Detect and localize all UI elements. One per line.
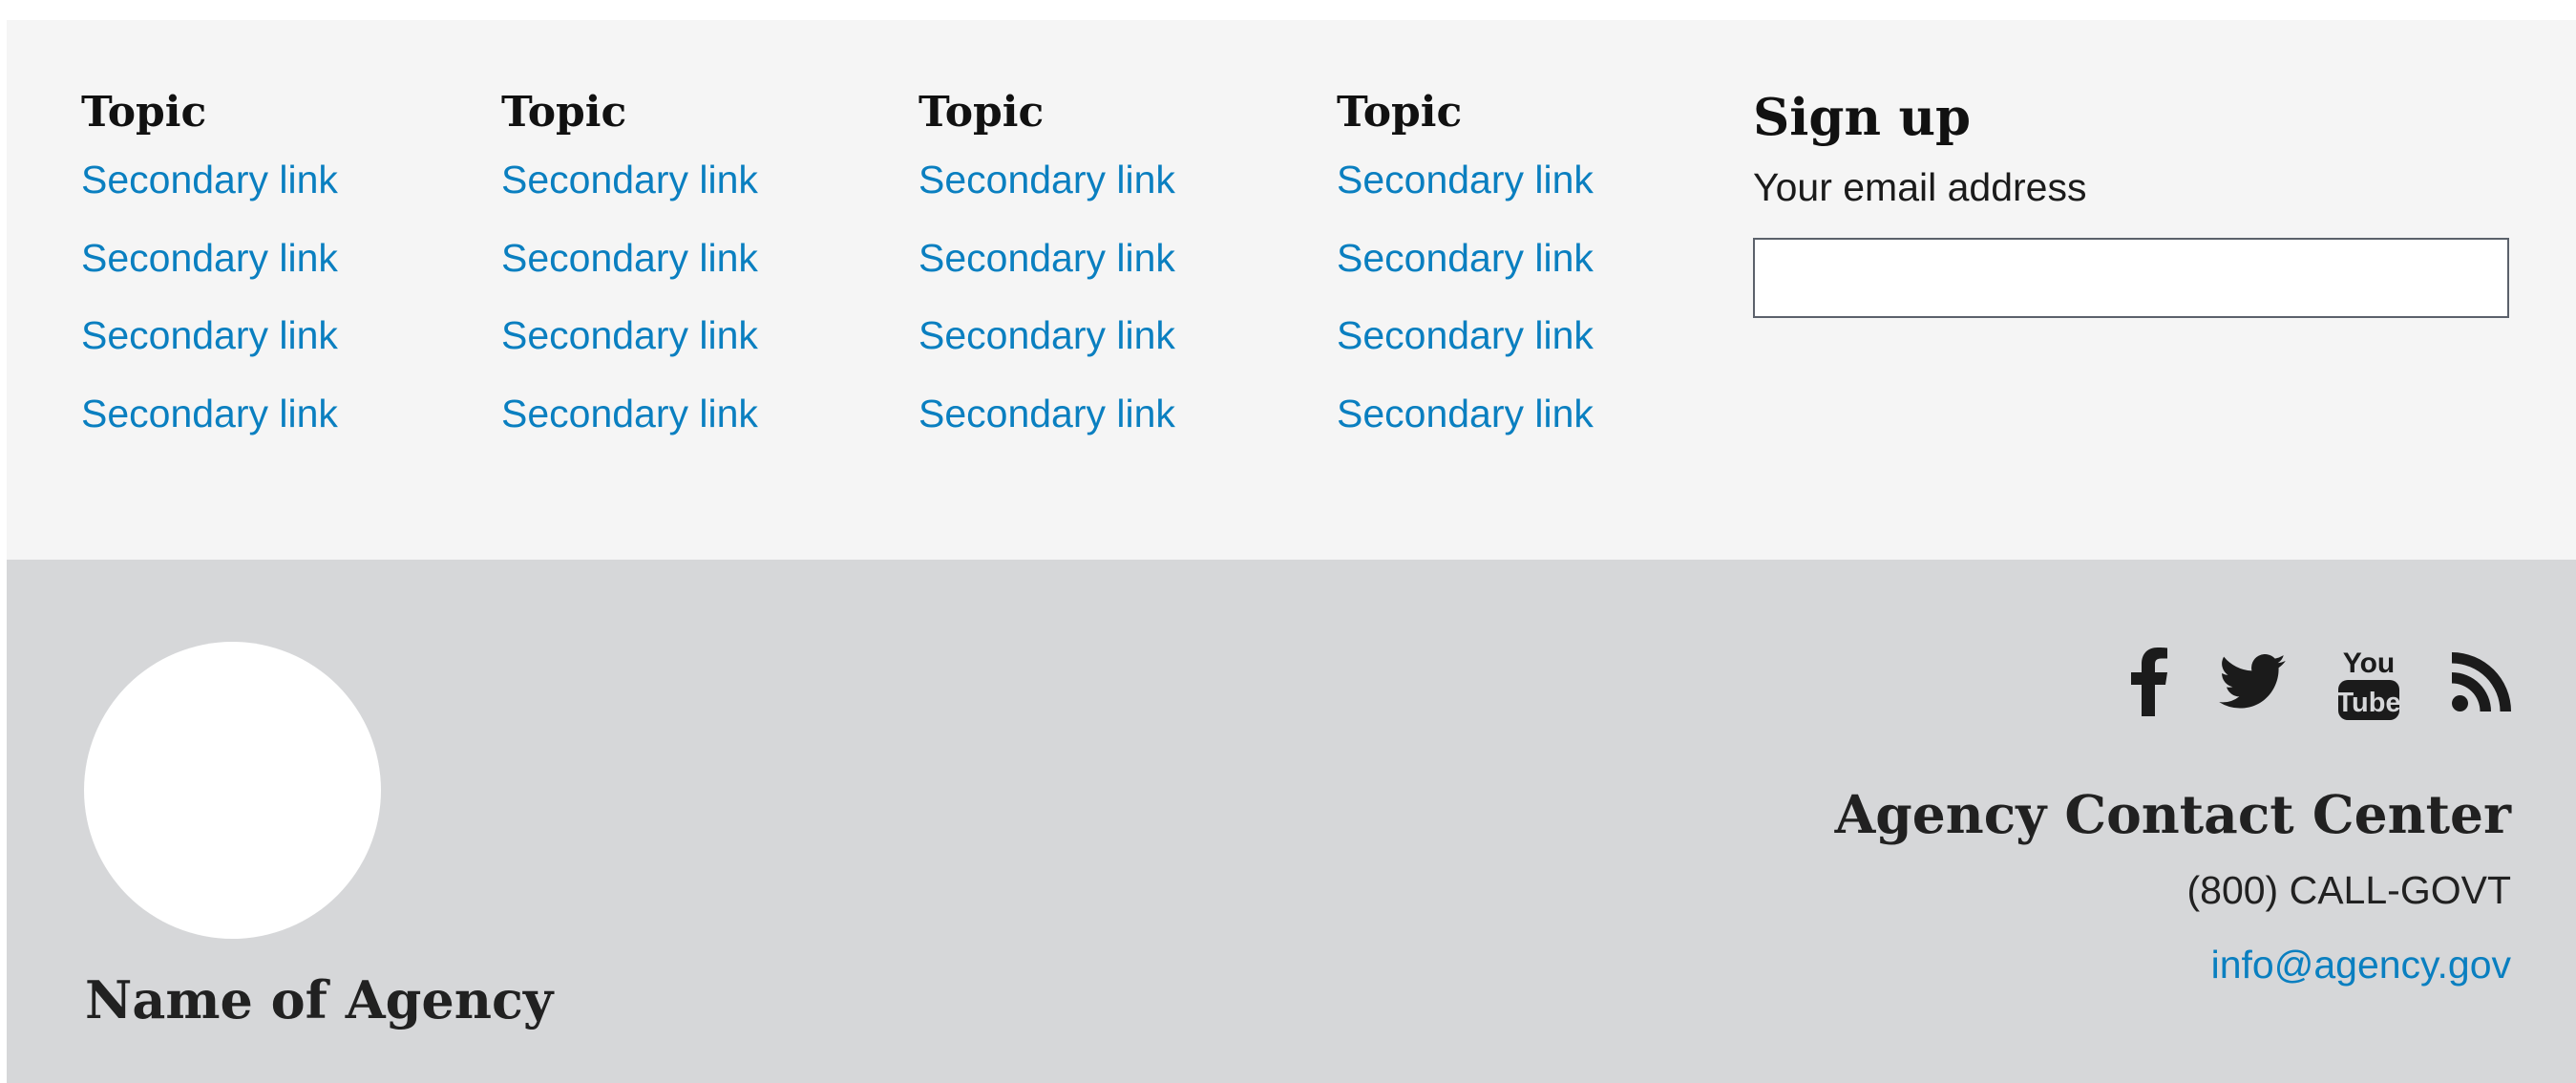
email-input[interactable] bbox=[1753, 238, 2509, 318]
topic-link-list: Secondary link Secondary link Secondary … bbox=[918, 157, 1175, 468]
list-item: Secondary link bbox=[81, 235, 338, 313]
agency-logo bbox=[84, 642, 381, 939]
secondary-link[interactable]: Secondary link bbox=[918, 313, 1175, 357]
list-item: Secondary link bbox=[918, 235, 1175, 313]
list-item: Secondary link bbox=[918, 312, 1175, 391]
secondary-link[interactable]: Secondary link bbox=[918, 158, 1175, 202]
list-item: Secondary link bbox=[1337, 312, 1594, 391]
footer-secondary-section: Name of Agency You Tube Agency Contact C… bbox=[7, 560, 2576, 1083]
youtube-link[interactable]: You Tube bbox=[2337, 644, 2400, 720]
contact-email-link[interactable]: info@agency.gov bbox=[1835, 938, 2511, 991]
topic-column-2: Topic Secondary link Secondary link Seco… bbox=[501, 87, 758, 468]
secondary-link[interactable]: Secondary link bbox=[1337, 313, 1594, 357]
list-item: Secondary link bbox=[81, 312, 338, 391]
list-item: Secondary link bbox=[1337, 235, 1594, 313]
topic-heading: Topic bbox=[501, 88, 627, 137]
facebook-icon bbox=[2131, 648, 2167, 716]
secondary-link[interactable]: Secondary link bbox=[81, 158, 338, 202]
topic-heading: Topic bbox=[1337, 88, 1463, 137]
list-item: Secondary link bbox=[918, 157, 1175, 235]
secondary-link[interactable]: Secondary link bbox=[1337, 392, 1594, 435]
secondary-link[interactable]: Secondary link bbox=[501, 313, 758, 357]
secondary-link[interactable]: Secondary link bbox=[81, 313, 338, 357]
list-item: Secondary link bbox=[501, 235, 758, 313]
list-item: Secondary link bbox=[501, 312, 758, 391]
rss-icon bbox=[2452, 652, 2511, 711]
svg-text:You: You bbox=[2343, 648, 2395, 679]
contact-info: Agency Contact Center (800) CALL-GOVT in… bbox=[1835, 781, 2511, 991]
twitter-link[interactable] bbox=[2219, 654, 2286, 710]
contact-heading: Agency Contact Center bbox=[1834, 783, 2511, 845]
list-item: Secondary link bbox=[1337, 391, 1594, 469]
facebook-link[interactable] bbox=[2131, 648, 2167, 716]
contact-phone: (800) CALL-GOVT bbox=[2186, 868, 2512, 912]
list-item: Secondary link bbox=[1337, 157, 1594, 235]
signup-heading: Sign up bbox=[1753, 88, 1972, 147]
secondary-link[interactable]: Secondary link bbox=[501, 158, 758, 202]
topic-heading: Topic bbox=[81, 88, 207, 137]
list-item: Secondary link bbox=[501, 157, 758, 235]
secondary-link[interactable]: Secondary link bbox=[501, 236, 758, 280]
secondary-link[interactable]: Secondary link bbox=[81, 236, 338, 280]
secondary-link[interactable]: Secondary link bbox=[501, 392, 758, 435]
site-footer: Topic Secondary link Secondary link Seco… bbox=[7, 20, 2576, 1083]
email-label: Your email address bbox=[1753, 165, 2087, 209]
topic-link-list: Secondary link Secondary link Secondary … bbox=[501, 157, 758, 468]
list-item: Secondary link bbox=[81, 391, 338, 469]
topic-link-list: Secondary link Secondary link Secondary … bbox=[81, 157, 338, 468]
footer-primary-section: Topic Secondary link Secondary link Seco… bbox=[7, 20, 2576, 560]
topic-heading: Topic bbox=[918, 88, 1045, 137]
secondary-link[interactable]: Secondary link bbox=[1337, 158, 1594, 202]
topic-link-list: Secondary link Secondary link Secondary … bbox=[1337, 157, 1594, 468]
secondary-link[interactable]: Secondary link bbox=[81, 392, 338, 435]
list-item: Secondary link bbox=[918, 391, 1175, 469]
topic-column-4: Topic Secondary link Secondary link Seco… bbox=[1337, 87, 1594, 468]
svg-text:Tube: Tube bbox=[2337, 688, 2400, 718]
topic-column-3: Topic Secondary link Secondary link Seco… bbox=[918, 87, 1175, 468]
list-item: Secondary link bbox=[501, 391, 758, 469]
email-signup-form: Sign up Your email address bbox=[1753, 87, 2509, 318]
agency-name: Name of Agency bbox=[85, 969, 554, 1030]
youtube-icon: You Tube bbox=[2337, 648, 2400, 720]
rss-link[interactable] bbox=[2452, 652, 2511, 711]
topic-column-1: Topic Secondary link Secondary link Seco… bbox=[81, 87, 338, 468]
twitter-icon bbox=[2219, 654, 2286, 709]
secondary-link[interactable]: Secondary link bbox=[918, 236, 1175, 280]
list-item: Secondary link bbox=[81, 157, 338, 235]
secondary-link[interactable]: Secondary link bbox=[918, 392, 1175, 435]
social-links: You Tube bbox=[2131, 644, 2511, 720]
secondary-link[interactable]: Secondary link bbox=[1337, 236, 1594, 280]
